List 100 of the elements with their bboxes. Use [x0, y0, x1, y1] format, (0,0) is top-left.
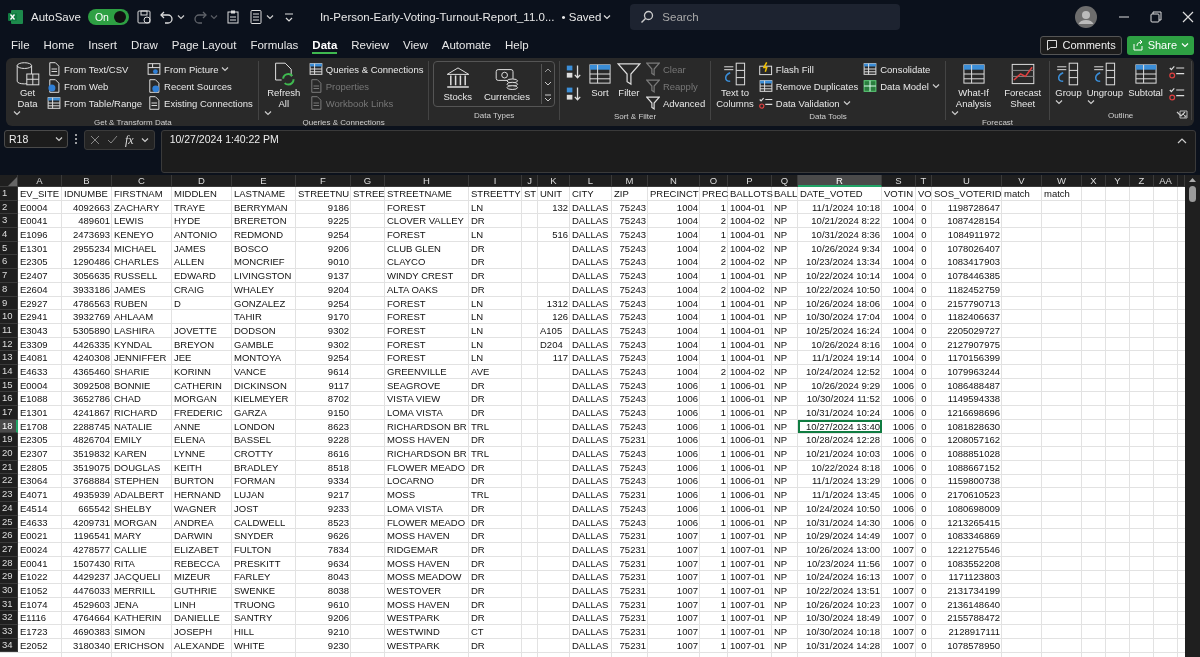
comments-button[interactable]: Comments: [1040, 35, 1122, 55]
column-header[interactable]: Q: [772, 175, 798, 187]
column-header[interactable]: J: [522, 175, 538, 187]
chevron-down-icon[interactable]: [1086, 98, 1095, 105]
column-header[interactable]: B: [62, 175, 112, 187]
chevron-down-icon[interactable]: [842, 100, 851, 106]
chevron-down-icon[interactable]: [140, 137, 149, 143]
ribbon-button[interactable]: From Web: [46, 78, 144, 94]
search-field[interactable]: Search: [630, 4, 901, 30]
checklist-icon[interactable]: [1169, 85, 1185, 102]
row-header[interactable]: 6: [0, 255, 18, 270]
column-header[interactable]: E: [232, 175, 296, 187]
column-header[interactable]: I: [469, 175, 522, 187]
ribbon-button[interactable]: Group: [1054, 61, 1083, 106]
row-header[interactable]: 13: [0, 351, 18, 365]
row-header[interactable]: 10: [0, 310, 18, 324]
column-header[interactable]: T: [916, 175, 932, 187]
ribbon-button[interactable]: Stocks: [442, 64, 473, 104]
collapse-ribbon-icon[interactable]: [1176, 111, 1186, 118]
row-header[interactable]: 23: [0, 488, 18, 502]
ribbon-tab[interactable]: Help: [497, 36, 536, 54]
ribbon-button[interactable]: Ungroup: [1085, 61, 1125, 106]
ribbon-button[interactable]: Refresh All: [262, 61, 305, 117]
chevron-down-icon[interactable]: [950, 109, 959, 116]
scrollbar-thumb[interactable]: [1189, 186, 1196, 202]
row-header[interactable]: 33: [0, 625, 18, 639]
save-icon[interactable]: [135, 9, 152, 25]
row-header[interactable]: 19: [0, 433, 18, 448]
chevron-down-icon[interactable]: [176, 14, 185, 20]
ribbon-button[interactable]: Consolidate: [862, 61, 941, 77]
column-header[interactable]: U: [932, 175, 1002, 187]
ribbon-tab[interactable]: Automate: [434, 36, 498, 54]
column-header[interactable]: H: [385, 175, 469, 187]
row-header[interactable]: 29: [0, 570, 18, 584]
dialog-launcher-icon[interactable]: [1179, 110, 1188, 119]
sort-icon[interactable]: [565, 85, 582, 102]
collapse-icon[interactable]: [1177, 137, 1187, 144]
column-header[interactable]: P: [728, 175, 772, 187]
row-header[interactable]: 22: [0, 474, 18, 489]
checklist-icon[interactable]: [1169, 63, 1185, 80]
row-header[interactable]: 3: [0, 214, 18, 229]
row-header[interactable]: 7: [0, 269, 18, 283]
ribbon-tab[interactable]: Home: [36, 36, 82, 54]
ribbon-tab[interactable]: File: [4, 36, 37, 54]
chevron-down-icon[interactable]: [263, 109, 272, 116]
ribbon-button[interactable]: Forecast Sheet: [1000, 61, 1046, 111]
ribbon-button[interactable]: Sort: [586, 61, 613, 100]
column-header[interactable]: D: [172, 175, 232, 187]
ribbon-button[interactable]: Existing Connections: [146, 95, 254, 111]
ribbon-button[interactable]: From Picture: [146, 61, 254, 77]
ribbon-button[interactable]: Data Validation: [757, 95, 860, 111]
column-header[interactable]: Y: [1106, 175, 1130, 187]
restore-icon[interactable]: [1150, 11, 1162, 23]
sort-icon[interactable]: [565, 63, 582, 80]
ribbon-tab[interactable]: View: [396, 36, 435, 54]
ribbon-button[interactable]: Text to Columns: [715, 61, 755, 111]
ribbon-button[interactable]: Get Data: [12, 61, 44, 117]
column-header[interactable]: M: [612, 175, 648, 187]
ribbon-button[interactable]: Currencies: [482, 64, 531, 104]
column-header[interactable]: L: [570, 175, 612, 187]
name-box[interactable]: R18: [4, 130, 68, 148]
column-header[interactable]: C: [112, 175, 172, 187]
row-header[interactable]: 4: [0, 228, 18, 242]
scroll-up-icon[interactable]: [1188, 177, 1197, 183]
column-header[interactable]: A: [18, 175, 62, 187]
clipboard-icon[interactable]: [224, 9, 241, 25]
column-header[interactable]: R: [798, 175, 882, 187]
row-header[interactable]: 17: [0, 406, 18, 420]
ribbon-button[interactable]: Remove Duplicates: [757, 78, 860, 94]
ribbon-button[interactable]: Queries & Connections: [307, 61, 425, 77]
ribbon-button[interactable]: Filter: [615, 61, 642, 100]
ribbon-tab[interactable]: Data: [305, 36, 345, 54]
row-header[interactable]: 26: [0, 529, 18, 543]
ribbon-tab[interactable]: Draw: [124, 36, 165, 54]
cancel-icon[interactable]: [90, 135, 100, 145]
row-header[interactable]: 32: [0, 611, 18, 625]
chevron-down-icon[interactable]: [931, 83, 940, 89]
chevron-down-icon[interactable]: [221, 66, 230, 72]
chevron-down-icon[interactable]: [1055, 98, 1064, 105]
column-header[interactable]: K: [538, 175, 570, 187]
ribbon-button[interactable]: Flash Fill: [757, 61, 860, 77]
column-header[interactable]: N: [648, 175, 700, 187]
ribbon-tab[interactable]: Insert: [81, 36, 124, 54]
check-icon[interactable]: [107, 135, 118, 145]
row-header[interactable]: 16: [0, 392, 18, 406]
column-header[interactable]: S: [882, 175, 916, 187]
row-header[interactable]: 20: [0, 447, 18, 461]
column-header[interactable]: G: [351, 175, 385, 187]
spreadsheet-logo-icon[interactable]: [8, 9, 24, 25]
row-header[interactable]: 1: [0, 187, 18, 201]
ribbon-button[interactable]: Recent Sources: [146, 78, 254, 94]
ribbon-button[interactable]: Data Model: [862, 78, 941, 94]
column-header[interactable]: W: [1042, 175, 1082, 187]
undo-icon[interactable]: [158, 9, 175, 25]
ribbon-button[interactable]: From Text/CSV: [46, 61, 144, 77]
close-icon[interactable]: [1182, 11, 1194, 23]
chevron-down-icon[interactable]: [603, 14, 612, 20]
insert-function-button[interactable]: fx: [125, 132, 134, 148]
ribbon-tab[interactable]: Page Layout: [164, 36, 244, 54]
form-icon[interactable]: [247, 9, 264, 25]
